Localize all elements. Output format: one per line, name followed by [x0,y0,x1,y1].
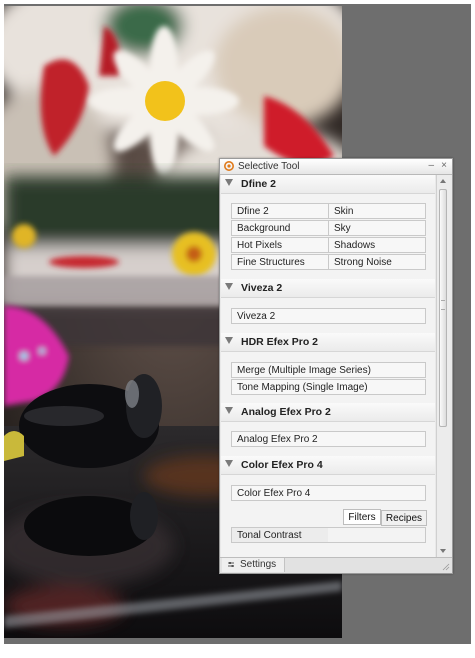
section-header-viveza[interactable]: Viveza 2 [221,279,435,298]
grip-icon [441,300,445,310]
panel-content: Dfine 2 Dfine 2 Skin Background Sky Hot … [221,175,435,557]
section-title-dfine: Dfine 2 [241,178,277,190]
collapse-triangle-icon[interactable] [225,179,233,186]
settings-button[interactable]: Settings [222,558,285,572]
scroll-up-icon[interactable] [440,179,446,183]
filter-analog-efex[interactable]: Analog Efex Pro 2 [231,431,426,447]
filter-tonal-contrast[interactable]: Tonal Contrast [231,527,329,543]
scroll-down-icon[interactable] [440,549,446,553]
section-header-analog[interactable]: Analog Efex Pro 2 [221,403,435,422]
screenshot-frame: Selective Tool – × Dfine 2 Dfine 2 Skin … [0,0,475,658]
section-header-hdr[interactable]: HDR Efex Pro 2 [221,333,435,352]
tab-recipes[interactable]: Recipes [381,510,427,526]
panel-title: Selective Tool [238,161,300,172]
collapse-triangle-icon[interactable] [225,460,233,467]
section-title-analog: Analog Efex Pro 2 [241,406,331,418]
filter-sky[interactable]: Sky [328,220,426,236]
collapse-triangle-icon[interactable] [225,407,233,414]
panel-footer: Settings [220,557,452,573]
resize-grip-icon[interactable] [442,563,450,571]
minimize-button[interactable]: – [428,159,434,172]
filter-viveza-2[interactable]: Viveza 2 [231,308,426,324]
filter-hot-pixels[interactable]: Hot Pixels [231,237,329,253]
section-title-viveza: Viveza 2 [241,282,283,294]
panel-scrollbar[interactable] [436,175,450,557]
filter-tone-mapping[interactable]: Tone Mapping (Single Image) [231,379,426,395]
collapse-triangle-icon[interactable] [225,283,233,290]
section-title-color: Color Efex Pro 4 [241,459,323,471]
settings-icon [228,562,234,567]
close-button[interactable]: × [441,159,447,172]
scroll-thumb[interactable] [439,189,447,427]
filter-shadows[interactable]: Shadows [328,237,426,253]
filter-strong-noise[interactable]: Strong Noise [328,254,426,270]
tab-filters[interactable]: Filters [343,509,381,525]
filter-background[interactable]: Background [231,220,329,236]
selective-tool-panel: Selective Tool – × Dfine 2 Dfine 2 Skin … [219,158,453,574]
section-header-dfine[interactable]: Dfine 2 [221,175,435,194]
filter-color-efex[interactable]: Color Efex Pro 4 [231,485,426,501]
section-header-color[interactable]: Color Efex Pro 4 [221,456,435,475]
collapse-triangle-icon[interactable] [225,337,233,344]
filter-dfine-2[interactable]: Dfine 2 [231,203,329,219]
settings-label: Settings [240,559,277,570]
filter-skin[interactable]: Skin [328,203,426,219]
filter-merge[interactable]: Merge (Multiple Image Series) [231,362,426,378]
nik-logo-icon [224,161,234,171]
filter-empty-slot [328,527,426,543]
filter-fine-structures[interactable]: Fine Structures [231,254,329,270]
panel-titlebar[interactable]: Selective Tool – × [220,159,452,175]
section-title-hdr: HDR Efex Pro 2 [241,336,319,348]
